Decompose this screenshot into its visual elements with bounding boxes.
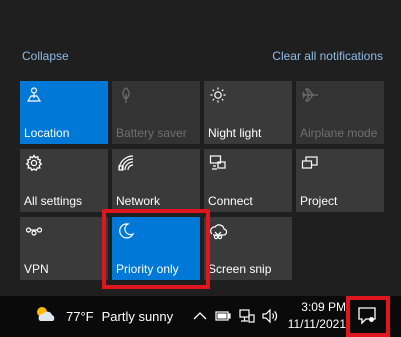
tile-label: Night light	[208, 126, 262, 140]
vpn-icon	[25, 222, 43, 240]
battery-icon[interactable]	[214, 307, 232, 325]
tile-night-light[interactable]: Night light	[204, 81, 292, 144]
tile-location[interactable]: Location	[20, 81, 108, 144]
moon-icon	[117, 222, 135, 240]
clock-date: 11/11/2021	[287, 317, 346, 331]
tile-label: Location	[24, 126, 70, 140]
project-icon	[301, 154, 319, 172]
weather-temperature: 77°F	[66, 308, 94, 324]
partly-sunny-icon	[34, 304, 58, 329]
taskbar: 77°F Partly sunny 3:09 PM 11/11/2021	[0, 296, 401, 337]
tile-label: Connect	[208, 194, 253, 208]
battery-saver-icon	[117, 86, 135, 104]
tile-all-settings[interactable]: All settings	[20, 149, 108, 212]
tile-label: Battery saver	[116, 126, 187, 140]
tile-vpn[interactable]: VPN	[20, 217, 108, 280]
connect-icon	[209, 154, 227, 172]
tile-priority-only[interactable]: Priority only	[112, 217, 200, 280]
tile-screen-snip[interactable]: Screen snip	[204, 217, 292, 280]
tile-battery-saver[interactable]: Battery saver	[112, 81, 200, 144]
tile-network[interactable]: Network	[112, 149, 200, 212]
tile-label: All settings	[24, 194, 83, 208]
tile-label: Airplane mode	[300, 126, 378, 140]
weather-widget[interactable]: 77°F Partly sunny	[34, 306, 173, 326]
gear-icon	[25, 154, 43, 172]
tile-label: Project	[300, 194, 338, 208]
clear-all-notifications-link[interactable]: Clear all notifications	[272, 49, 383, 63]
tile-connect[interactable]: Connect	[204, 149, 292, 212]
location-icon	[25, 86, 43, 104]
tile-airplane-mode[interactable]: Airplane mode	[296, 81, 384, 144]
tile-label: VPN	[24, 262, 49, 276]
weather-condition: Partly sunny	[101, 308, 174, 324]
tile-label: Screen snip	[208, 262, 272, 276]
chevron-up-icon[interactable]	[191, 307, 209, 325]
network-icon[interactable]	[238, 307, 256, 325]
screen-snip-icon	[209, 222, 227, 240]
action-center-panel: Collapse Clear all notifications Locatio…	[0, 0, 401, 296]
volume-icon[interactable]	[261, 307, 279, 325]
clock[interactable]: 3:09 PM 11/11/2021	[286, 299, 346, 333]
tile-project[interactable]: Project	[296, 149, 384, 212]
clock-time: 3:09 PM	[301, 300, 346, 314]
network-icon	[117, 154, 135, 172]
collapse-link[interactable]: Collapse	[22, 49, 69, 63]
tile-label: Priority only	[116, 262, 179, 276]
notification-icon[interactable]	[356, 304, 378, 326]
airplane-icon	[301, 86, 319, 104]
night-light-icon	[209, 86, 227, 104]
tile-label: Network	[116, 194, 161, 208]
